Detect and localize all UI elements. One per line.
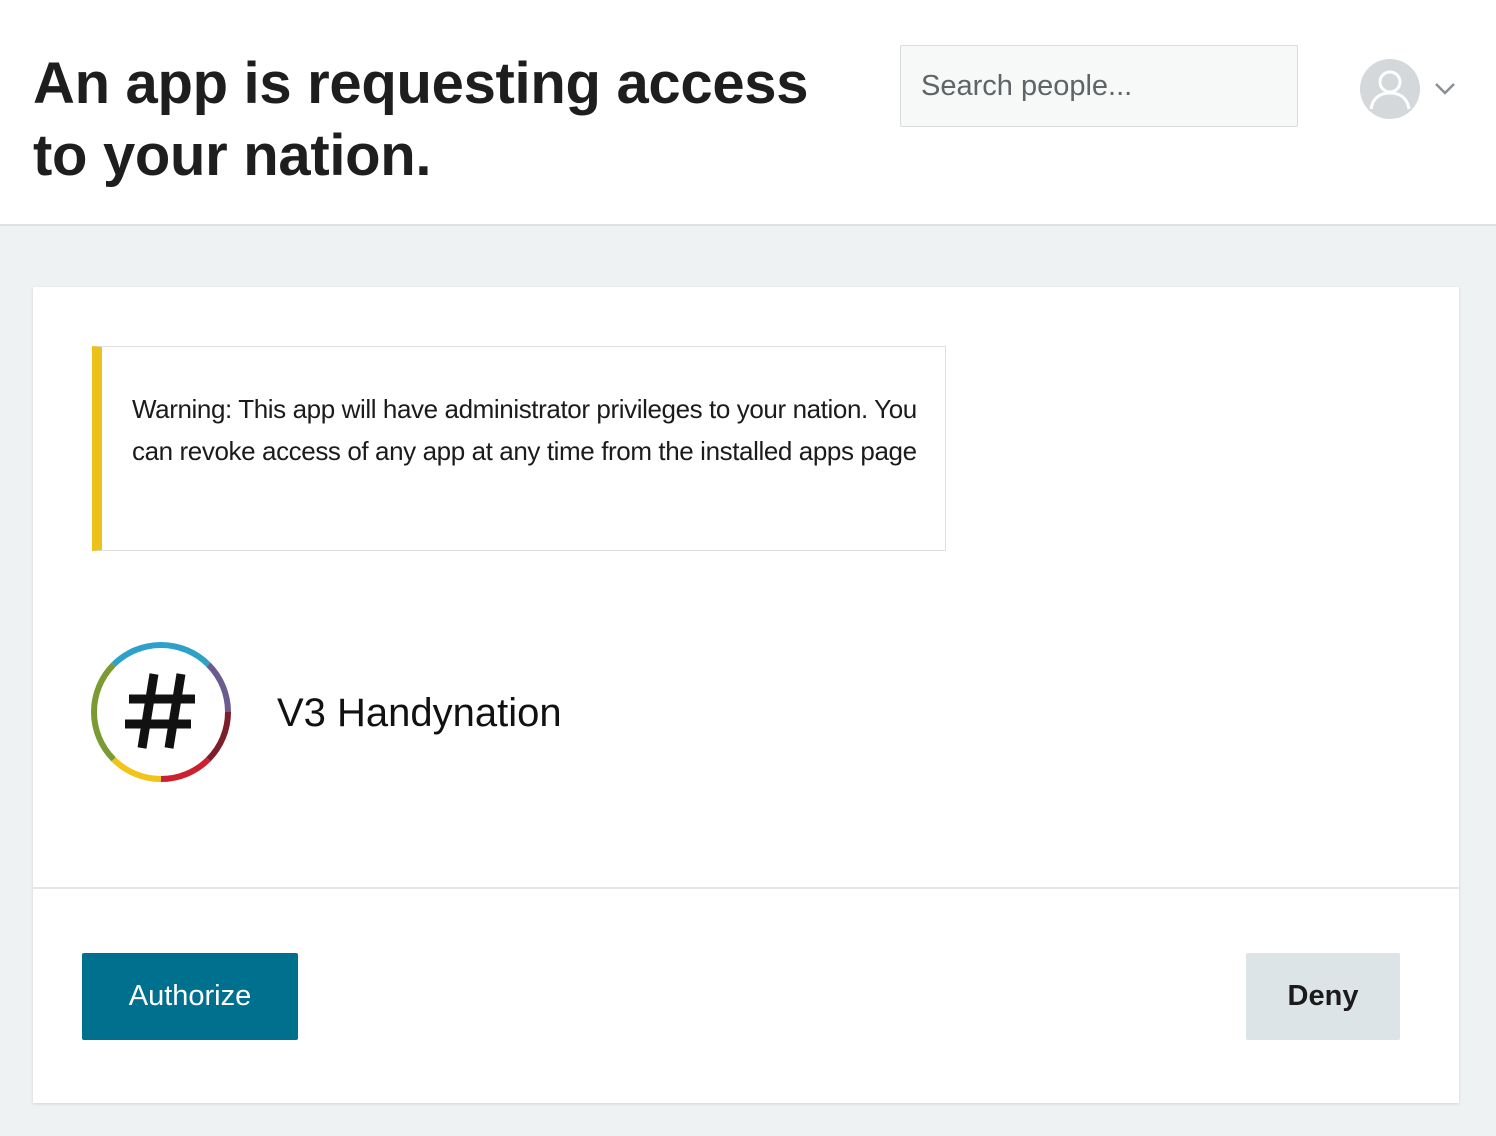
chevron-down-icon[interactable] (1432, 76, 1458, 102)
divider (33, 887, 1459, 889)
deny-button[interactable]: Deny (1246, 953, 1400, 1040)
search-box[interactable] (900, 45, 1298, 127)
page-title: An app is requesting access to your nati… (33, 51, 809, 188)
user-avatar-icon[interactable] (1360, 59, 1420, 119)
hashtag-logo-icon (90, 641, 232, 783)
warning-callout: Warning: This app will have administrato… (92, 346, 946, 551)
warning-text: Warning: This app will have administrato… (132, 394, 917, 466)
page-header: An app is requesting access to your nati… (0, 0, 1496, 226)
user-silhouette-icon (1369, 70, 1411, 110)
authorize-button[interactable]: Authorize (82, 953, 298, 1040)
authorization-card: Warning: This app will have administrato… (33, 287, 1459, 1103)
app-name: V3 Handynation (277, 691, 562, 735)
search-input[interactable] (901, 46, 1297, 126)
